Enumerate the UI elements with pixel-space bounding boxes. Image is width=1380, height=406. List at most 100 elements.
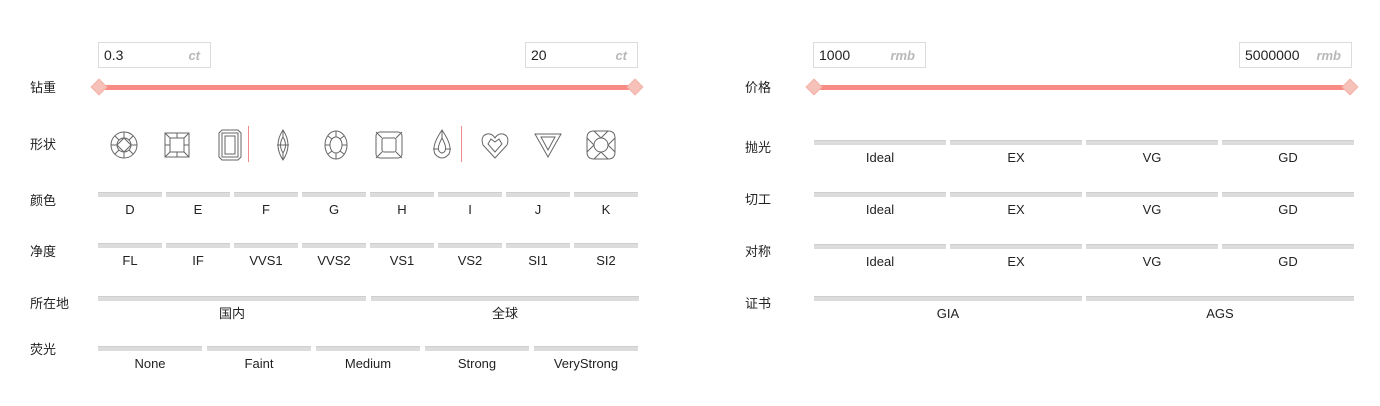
polish-option-gd[interactable]: GD <box>1222 140 1354 165</box>
certificate-option-gia[interactable]: GIA <box>814 296 1082 321</box>
weight-min-input[interactable]: 0.3 ct <box>98 42 211 68</box>
option-label: H <box>397 202 407 217</box>
symmetry-option-ex[interactable]: EX <box>950 244 1082 269</box>
location-label: 所在地 <box>30 296 70 311</box>
weight-slider-min-handle[interactable] <box>90 78 108 96</box>
clarity-option-vs2[interactable]: VS2 <box>438 243 502 268</box>
clarity-option-fl[interactable]: FL <box>98 243 162 268</box>
clarity-option-vs1[interactable]: VS1 <box>370 243 434 268</box>
fluorescence-option-faint[interactable]: Faint <box>207 346 311 371</box>
option-bar <box>98 296 366 301</box>
price-slider-min-handle[interactable] <box>805 78 823 96</box>
location-option-global[interactable]: 全球 <box>371 296 639 321</box>
oval-icon[interactable] <box>319 128 353 162</box>
color-option-j[interactable]: J <box>506 192 570 217</box>
cushion-square-icon[interactable] <box>372 128 406 162</box>
emerald-icon[interactable] <box>213 128 247 162</box>
color-option-k[interactable]: K <box>574 192 638 217</box>
option-bar <box>1086 244 1218 249</box>
price-min-input[interactable]: 1000 rmb <box>813 42 926 68</box>
cut-option-vg[interactable]: VG <box>1086 192 1218 217</box>
clarity-option-si1[interactable]: SI1 <box>506 243 570 268</box>
shape-label: 形状 <box>30 137 57 152</box>
option-label: Ideal <box>865 254 895 269</box>
location-option-domestic[interactable]: 国内 <box>98 296 366 321</box>
price-max-input[interactable]: 5000000 rmb <box>1239 42 1352 68</box>
option-bar <box>370 243 434 248</box>
option-bar <box>1222 244 1354 249</box>
option-bar <box>506 243 570 248</box>
fluorescence-option-verystrong[interactable]: VeryStrong <box>534 346 638 371</box>
pear-icon[interactable] <box>425 128 459 162</box>
round-icon[interactable] <box>107 128 141 162</box>
option-label: SI1 <box>528 253 548 268</box>
option-label: IF <box>192 253 204 268</box>
symmetry-option-vg[interactable]: VG <box>1086 244 1218 269</box>
color-option-g[interactable]: G <box>302 192 366 217</box>
clarity-option-vvs2[interactable]: VVS2 <box>302 243 366 268</box>
option-label: VG <box>1142 254 1162 269</box>
symmetry-option-gd[interactable]: GD <box>1222 244 1354 269</box>
fluorescence-option-medium[interactable]: Medium <box>316 346 420 371</box>
option-label: F <box>262 202 270 217</box>
polish-option-ex[interactable]: EX <box>950 140 1082 165</box>
option-bar <box>534 346 638 351</box>
option-label: Medium <box>344 356 392 371</box>
weight-max-input[interactable]: 20 ct <box>525 42 638 68</box>
fluorescence-label: 荧光 <box>30 342 57 357</box>
option-label: EX <box>1007 254 1025 269</box>
shape-separator <box>248 126 249 162</box>
weight-min-value: 0.3 <box>104 47 124 63</box>
clarity-option-if[interactable]: IF <box>166 243 230 268</box>
option-bar <box>1222 140 1354 145</box>
option-label: EX <box>1007 202 1025 217</box>
princess-icon[interactable] <box>160 128 194 162</box>
color-option-f[interactable]: F <box>234 192 298 217</box>
option-label: GD <box>1278 254 1298 269</box>
cut-option-ex[interactable]: EX <box>950 192 1082 217</box>
option-bar <box>438 243 502 248</box>
price-max-value: 5000000 <box>1245 47 1300 63</box>
color-option-i[interactable]: I <box>438 192 502 217</box>
option-bar <box>316 346 420 351</box>
option-label: VVS1 <box>249 253 283 268</box>
option-bar <box>574 192 638 197</box>
polish-option-vg[interactable]: VG <box>1086 140 1218 165</box>
cut-option-gd[interactable]: GD <box>1222 192 1354 217</box>
clarity-option-vvs1[interactable]: VVS1 <box>234 243 298 268</box>
price-slider-max-handle[interactable] <box>1341 78 1359 96</box>
color-option-d[interactable]: D <box>98 192 162 217</box>
option-bar <box>1086 140 1218 145</box>
certificate-label: 证书 <box>745 296 772 311</box>
heart-icon[interactable] <box>478 128 512 162</box>
option-bar <box>814 244 946 249</box>
polish-option-ideal[interactable]: Ideal <box>814 140 946 165</box>
option-bar <box>234 192 298 197</box>
option-label: Ideal <box>865 150 895 165</box>
weight-label: 钻重 <box>30 80 57 95</box>
price-slider-track[interactable] <box>815 85 1351 90</box>
weight-slider-max-handle[interactable] <box>626 78 644 96</box>
color-option-e[interactable]: E <box>166 192 230 217</box>
price-max-unit: rmb <box>1316 48 1341 63</box>
trillion-icon[interactable] <box>531 128 565 162</box>
symmetry-option-ideal[interactable]: Ideal <box>814 244 946 269</box>
price-min-value: 1000 <box>819 47 851 63</box>
marquise-icon[interactable] <box>266 128 300 162</box>
weight-max-value: 20 <box>531 47 547 63</box>
cut-option-ideal[interactable]: Ideal <box>814 192 946 217</box>
option-bar <box>371 296 639 301</box>
fluorescence-option-none[interactable]: None <box>98 346 202 371</box>
option-bar <box>1222 192 1354 197</box>
color-option-h[interactable]: H <box>370 192 434 217</box>
symmetry-label: 对称 <box>745 244 772 259</box>
clarity-option-si2[interactable]: SI2 <box>574 243 638 268</box>
option-label: Faint <box>244 356 274 371</box>
fluorescence-option-strong[interactable]: Strong <box>425 346 529 371</box>
clarity-label: 净度 <box>30 244 57 259</box>
certificate-option-ags[interactable]: AGS <box>1086 296 1354 321</box>
weight-slider-track[interactable] <box>100 85 636 90</box>
price-label: 价格 <box>745 80 772 95</box>
cushion-icon[interactable] <box>584 128 618 162</box>
option-label: 全球 <box>491 306 518 321</box>
